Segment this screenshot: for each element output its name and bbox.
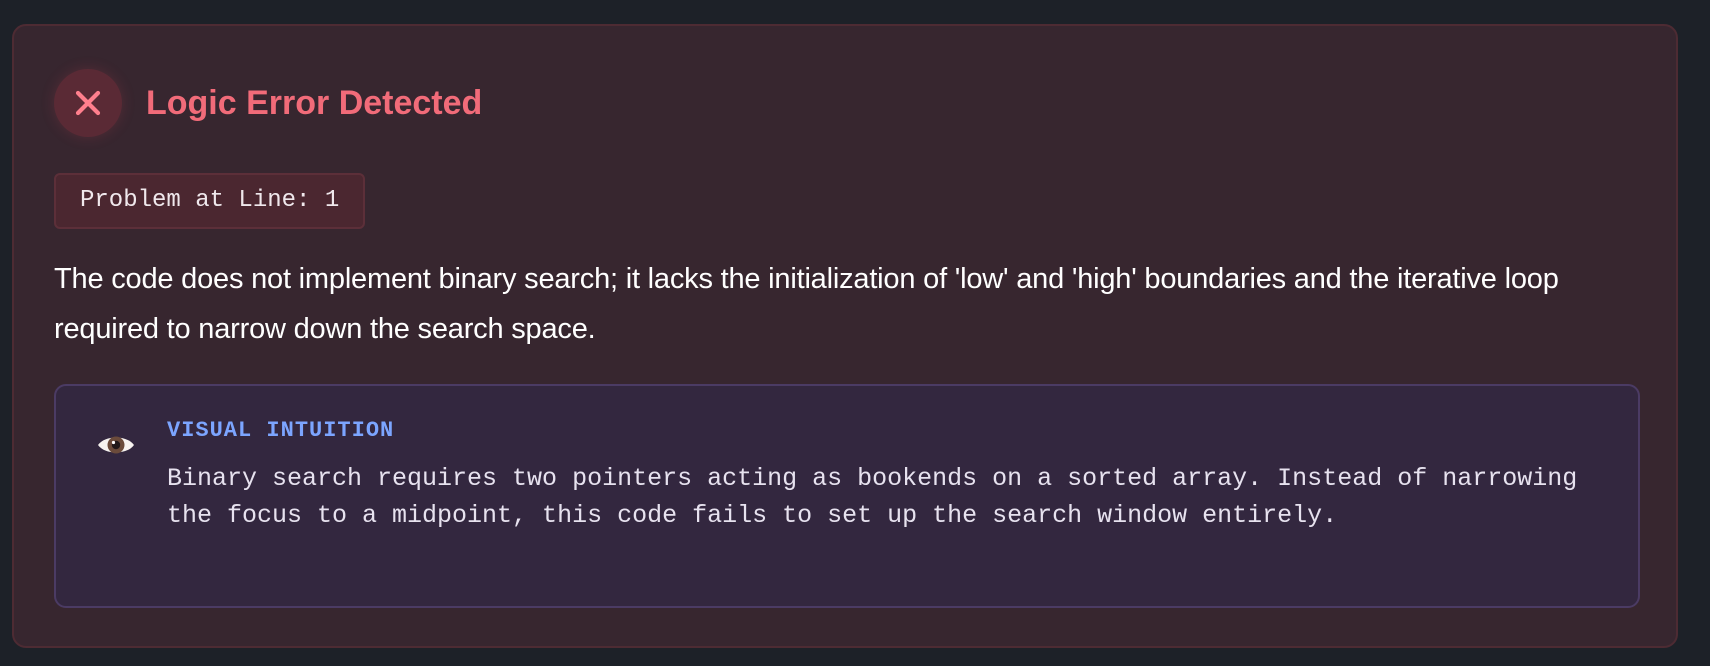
visual-intuition-text: Binary search requires two pointers acti…: [167, 464, 1578, 530]
close-icon: [54, 69, 122, 137]
error-title: Logic Error Detected: [146, 84, 483, 122]
problem-line-badge: Problem at Line: 1: [54, 173, 366, 229]
visual-intuition-label: VISUAL INTUITION: [167, 418, 395, 443]
error-description: The code does not implement binary searc…: [54, 263, 1559, 345]
eye-icon: [94, 423, 138, 467]
visual-intuition-content: VISUAL INTUITION Binary search requires …: [167, 418, 1607, 534]
visual-intuition-panel: VISUAL INTUITION Binary search requires …: [54, 384, 1640, 608]
error-header: Logic Error Detected: [54, 68, 482, 138]
logic-error-card: Logic Error Detected Problem at Line: 1 …: [12, 24, 1678, 648]
